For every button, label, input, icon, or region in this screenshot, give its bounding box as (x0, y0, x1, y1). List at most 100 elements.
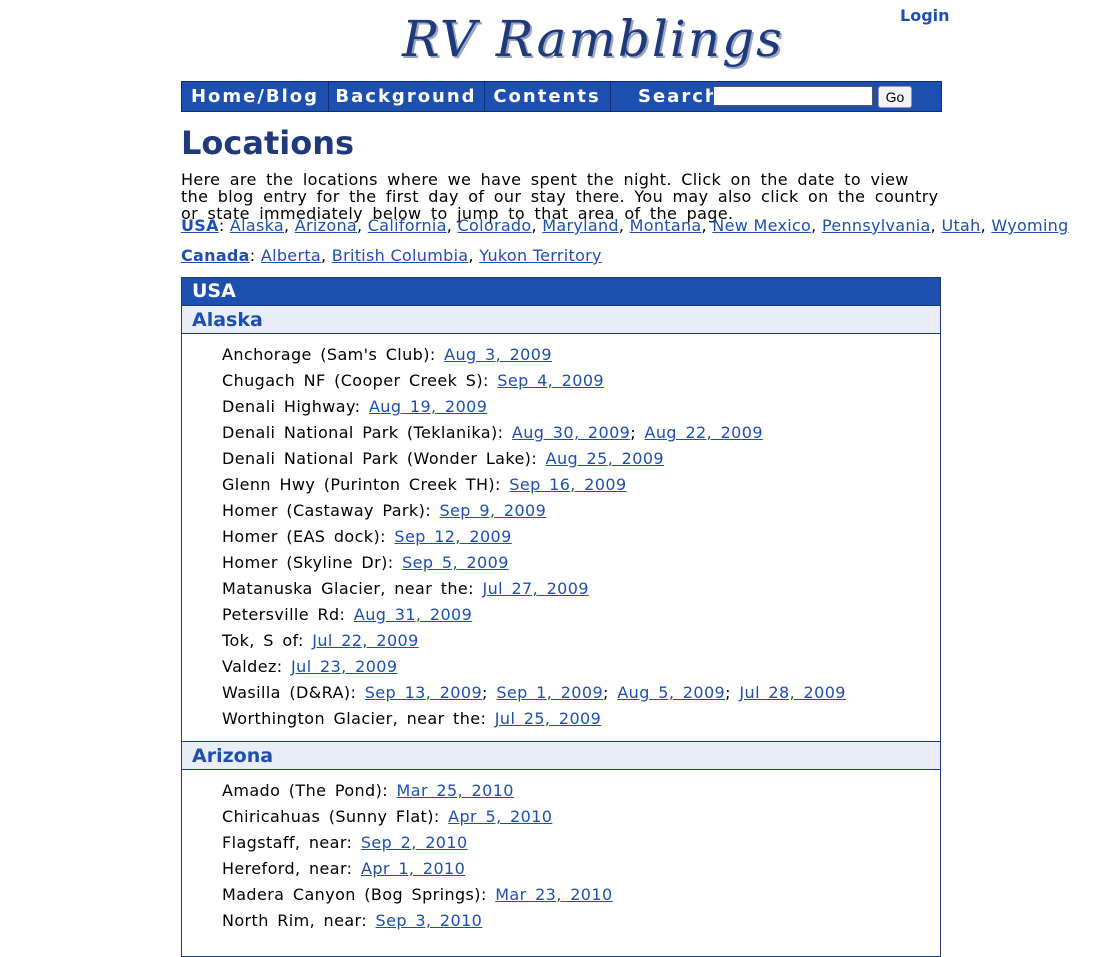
location-item: Flagstaff, near: Sep 2, 2010 (222, 830, 613, 856)
nav-tab-background[interactable]: Background (328, 82, 485, 111)
date-link[interactable]: Sep 13, 2009 (365, 683, 482, 702)
location-item: Worthington Glacier, near the: Jul 25, 2… (222, 706, 846, 732)
location-name: Chiricahuas (Sunny Flat): (222, 807, 449, 826)
location-item: Homer (EAS dock): Sep 12, 2009 (222, 524, 846, 550)
location-name: Amado (The Pond): (222, 781, 397, 800)
location-name: Denali National Park (Wonder Lake): (222, 449, 546, 468)
location-name: Petersville Rd: (222, 605, 354, 624)
separator: , (284, 216, 295, 235)
location-item: Homer (Skyline Dr): Sep 5, 2009 (222, 550, 846, 576)
date-link[interactable]: Sep 5, 2009 (402, 553, 509, 572)
country-link[interactable]: USA (181, 216, 219, 235)
date-link[interactable]: Mar 25, 2010 (397, 781, 514, 800)
date-link[interactable]: Aug 30, 2009 (512, 423, 630, 442)
location-item: Chiricahuas (Sunny Flat): Apr 5, 2010 (222, 804, 613, 830)
date-link[interactable]: Jul 25, 2009 (495, 709, 601, 728)
separator: ; (725, 683, 740, 702)
region-jump-usa: USA: Alaska, Arizona, California, Colora… (181, 216, 1069, 235)
nav-tab-home-blog[interactable]: Home/Blog (182, 82, 329, 111)
location-name: Wasilla (D&RA): (222, 683, 365, 702)
date-link[interactable]: Sep 2, 2010 (361, 833, 468, 852)
state-link[interactable]: New Mexico (712, 216, 811, 235)
separator: : (249, 246, 261, 265)
state-link[interactable]: Maryland (542, 216, 619, 235)
date-link[interactable]: Jul 28, 2009 (739, 683, 845, 702)
state-link[interactable]: Utah (941, 216, 980, 235)
state-link[interactable]: Wyoming (991, 216, 1068, 235)
location-name: Valdez: (222, 657, 292, 676)
search-input[interactable] (713, 86, 873, 106)
state-link[interactable]: Pennsylvania (822, 216, 931, 235)
location-name: Denali National Park (Teklanika): (222, 423, 512, 442)
separator: , (618, 216, 630, 235)
intro-text: Here are the locations where we have spe… (181, 170, 939, 223)
state-link[interactable]: California (368, 216, 447, 235)
state-link[interactable]: Alberta (261, 246, 321, 265)
location-item: Tok, S of: Jul 22, 2009 (222, 628, 846, 654)
separator: , (468, 246, 480, 265)
location-item: Valdez: Jul 23, 2009 (222, 654, 846, 680)
separator: : (218, 216, 230, 235)
nav-tab-contents[interactable]: Contents (484, 82, 611, 111)
location-item: Amado (The Pond): Mar 25, 2010 (222, 778, 613, 804)
location-name: Flagstaff, near: (222, 833, 361, 852)
date-link[interactable]: Apr 1, 2010 (361, 859, 465, 878)
country-link[interactable]: Canada (181, 246, 250, 265)
login-link[interactable]: Login (900, 6, 950, 25)
search-go-button[interactable]: Go (878, 86, 912, 108)
date-link[interactable]: Aug 25, 2009 (546, 449, 664, 468)
state-link[interactable]: Arizona (295, 216, 357, 235)
location-item: Denali National Park (Teklanika): Aug 30… (222, 420, 846, 446)
date-link[interactable]: Mar 23, 2010 (495, 885, 612, 904)
location-name: Anchorage (Sam's Club): (222, 345, 445, 364)
date-link[interactable]: Jul 27, 2009 (482, 579, 588, 598)
location-name: Hereford, near: (222, 859, 361, 878)
location-item: Homer (Castaway Park): Sep 9, 2009 (222, 498, 846, 524)
date-link[interactable]: Sep 3, 2010 (376, 911, 483, 930)
date-link[interactable]: Jul 23, 2009 (291, 657, 397, 676)
date-link[interactable]: Sep 4, 2009 (497, 371, 604, 390)
date-link[interactable]: Sep 16, 2009 (509, 475, 626, 494)
state-link[interactable]: Montana (630, 216, 702, 235)
main-navbar: Home/Blog Background Contents Search: Go (181, 81, 942, 112)
state-link[interactable]: Alaska (230, 216, 284, 235)
separator: , (357, 216, 368, 235)
location-name: Denali Highway: (222, 397, 369, 416)
state-link[interactable]: British Columbia (332, 246, 469, 265)
location-name: North Rim, near: (222, 911, 376, 930)
date-link[interactable]: Apr 5, 2010 (448, 807, 552, 826)
site-logo[interactable]: RV Ramblings (402, 6, 782, 72)
date-link[interactable]: Sep 12, 2009 (394, 527, 511, 546)
state-link[interactable]: Yukon Territory (479, 246, 602, 265)
location-name: Worthington Glacier, near the: (222, 709, 495, 728)
date-link[interactable]: Aug 5, 2009 (617, 683, 725, 702)
separator: , (446, 216, 458, 235)
state-header-arizona[interactable]: Arizona (182, 741, 940, 770)
location-item: Denali Highway: Aug 19, 2009 (222, 394, 846, 420)
state-link[interactable]: Colorado (458, 216, 532, 235)
date-link[interactable]: Sep 1, 2009 (496, 683, 603, 702)
location-item: Hereford, near: Apr 1, 2010 (222, 856, 613, 882)
separator: ; (630, 423, 645, 442)
page-title: Locations (181, 124, 355, 162)
locations-section: USA Alaska Anchorage (Sam's Club): Aug 3… (181, 277, 941, 957)
location-name: Homer (Skyline Dr): (222, 553, 403, 572)
state-header-alaska[interactable]: Alaska (182, 305, 940, 334)
location-item: Chugach NF (Cooper Creek S): Sep 4, 2009 (222, 368, 846, 394)
location-name: Homer (EAS dock): (222, 527, 395, 546)
separator: , (811, 216, 822, 235)
location-item: Glenn Hwy (Purinton Creek TH): Sep 16, 2… (222, 472, 846, 498)
separator: , (980, 216, 992, 235)
separator: , (930, 216, 942, 235)
date-link[interactable]: Aug 31, 2009 (354, 605, 472, 624)
date-link[interactable]: Jul 22, 2009 (312, 631, 418, 650)
date-link[interactable]: Aug 22, 2009 (645, 423, 763, 442)
location-name: Tok, S of: (222, 631, 313, 650)
location-item: Matanuska Glacier, near the: Jul 27, 200… (222, 576, 846, 602)
date-link[interactable]: Sep 9, 2009 (440, 501, 547, 520)
location-item: Petersville Rd: Aug 31, 2009 (222, 602, 846, 628)
location-name: Madera Canyon (Bog Springs): (222, 885, 496, 904)
location-name: Chugach NF (Cooper Creek S): (222, 371, 498, 390)
date-link[interactable]: Aug 3, 2009 (444, 345, 552, 364)
date-link[interactable]: Aug 19, 2009 (369, 397, 487, 416)
